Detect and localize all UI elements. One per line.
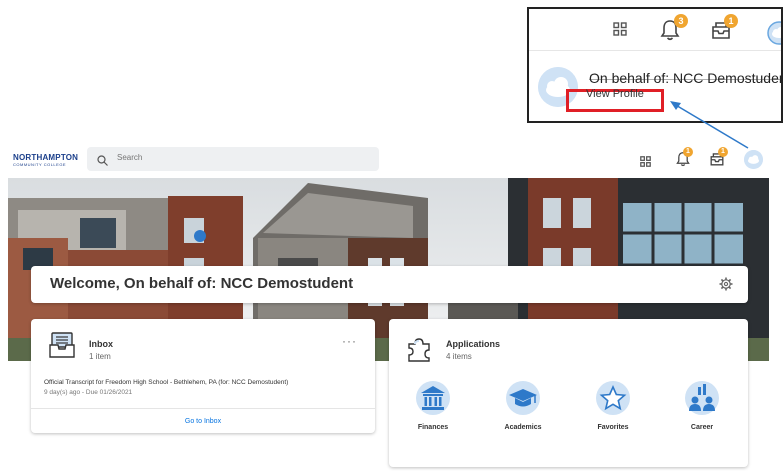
profile-avatar-icon[interactable]	[767, 21, 781, 50]
applications-card: Applications 4 items Finances Academics …	[389, 319, 748, 467]
logo-text: NORTHAMPTON	[13, 153, 79, 162]
user-name: On behalf of: NCC Demostudent	[589, 70, 781, 86]
graduation-cap-icon	[506, 381, 540, 415]
inbox-count: 1 item	[89, 352, 111, 361]
college-logo[interactable]: NORTHAMPTON COMMUNITY COLLEGE	[13, 153, 79, 167]
gear-icon[interactable]	[719, 277, 733, 296]
star-icon	[596, 381, 630, 415]
app-label: Career	[690, 424, 714, 431]
page: 3 1 On behalf of: NCC Demostudent View P…	[0, 0, 783, 471]
inbox-item-due: 9 day(s) ago - Due 01/26/2021	[44, 389, 133, 396]
inbox-card: Inbox 1 item ··· Official Transcript for…	[31, 319, 375, 433]
puzzle-icon	[405, 335, 433, 368]
search-icon	[97, 153, 108, 171]
app-academics[interactable]: Academics	[493, 381, 553, 431]
app-label: Academics	[504, 424, 542, 431]
welcome-banner: Welcome, On behalf of: NCC Demostudent	[31, 266, 748, 303]
inbox-badge: 1	[724, 14, 738, 28]
search-bar[interactable]	[87, 147, 379, 171]
notification-badge: 1	[683, 147, 693, 157]
divider	[31, 408, 375, 409]
welcome-title: Welcome, On behalf of: NCC Demostudent	[50, 275, 354, 292]
applications-title: Applications	[446, 339, 501, 349]
app-label: Favorites	[597, 424, 629, 431]
go-to-inbox-link[interactable]: Go to Inbox	[31, 418, 375, 425]
apps-grid-icon[interactable]	[640, 154, 651, 172]
bank-icon	[416, 381, 450, 415]
app-favorites[interactable]: Favorites	[583, 381, 643, 431]
inbox-title: Inbox	[89, 339, 113, 349]
inbox-icon	[49, 331, 75, 364]
app-finances[interactable]: Finances	[403, 381, 463, 431]
notification-badge: 3	[674, 14, 688, 28]
profile-avatar-icon[interactable]	[744, 150, 763, 169]
search-input[interactable]	[117, 153, 357, 162]
people-chart-icon	[685, 381, 719, 415]
callout-toolbar: 3 1	[529, 9, 781, 51]
apps-grid-icon[interactable]	[613, 22, 627, 41]
top-header: NORTHAMPTON COMMUNITY COLLEGE 1 1	[0, 143, 783, 177]
applications-count: 4 items	[446, 352, 472, 361]
view-profile-link[interactable]: View Profile	[586, 88, 644, 100]
more-options-icon[interactable]: ···	[342, 335, 357, 347]
inbox-badge: 1	[718, 147, 728, 157]
app-label: Finances	[417, 424, 449, 431]
app-career[interactable]: Career	[672, 381, 732, 431]
logo-subtext: COMMUNITY COLLEGE	[13, 162, 67, 167]
inbox-item-title[interactable]: Official Transcript for Freedom High Sch…	[44, 379, 288, 386]
